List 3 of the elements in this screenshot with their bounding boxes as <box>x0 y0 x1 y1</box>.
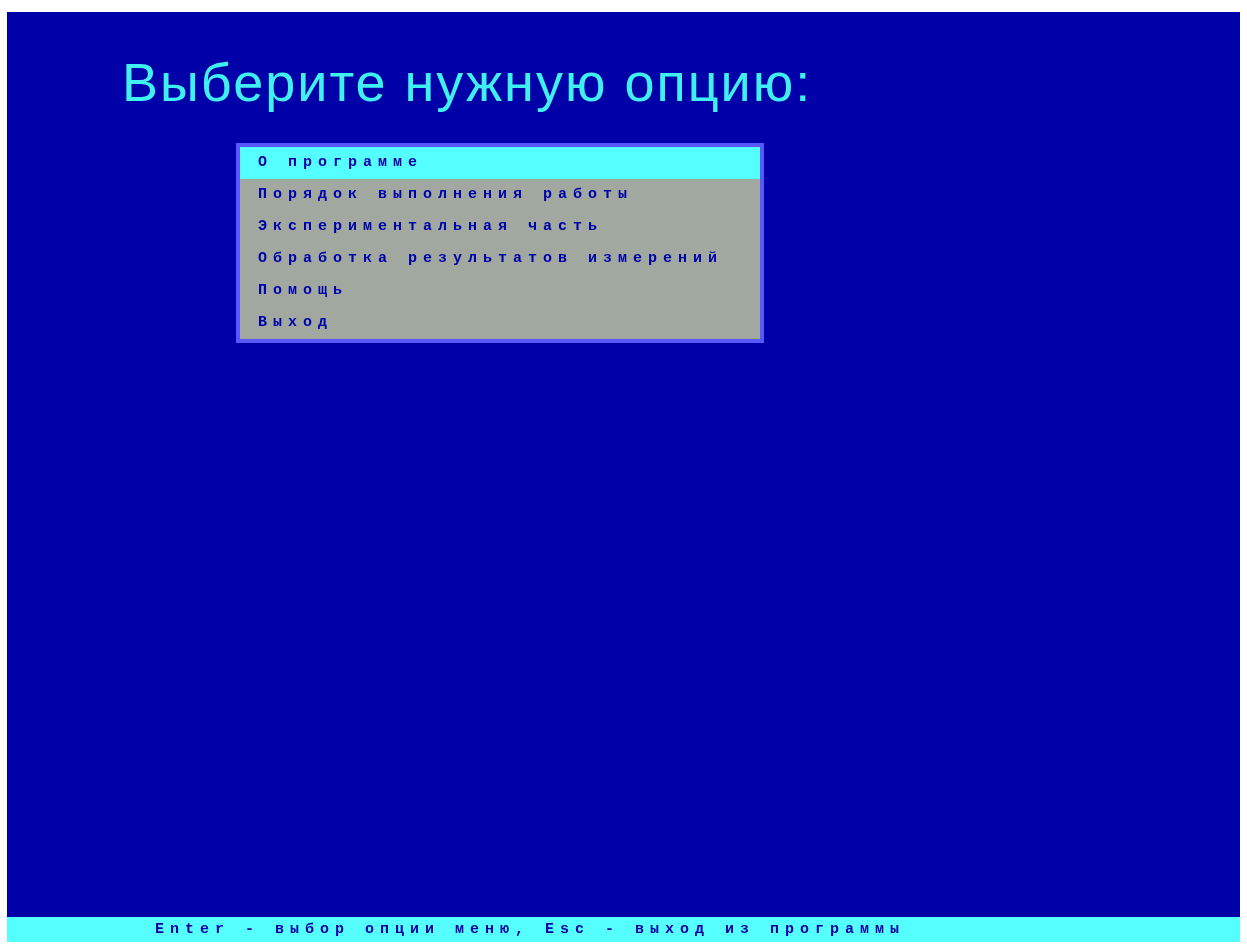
screen-title: Выберите нужную опцию: <box>122 52 813 112</box>
menu-item[interactable]: О программе <box>240 147 760 179</box>
status-bar: Enter - выбор опции меню, Esc - выход из программы <box>7 917 1240 942</box>
